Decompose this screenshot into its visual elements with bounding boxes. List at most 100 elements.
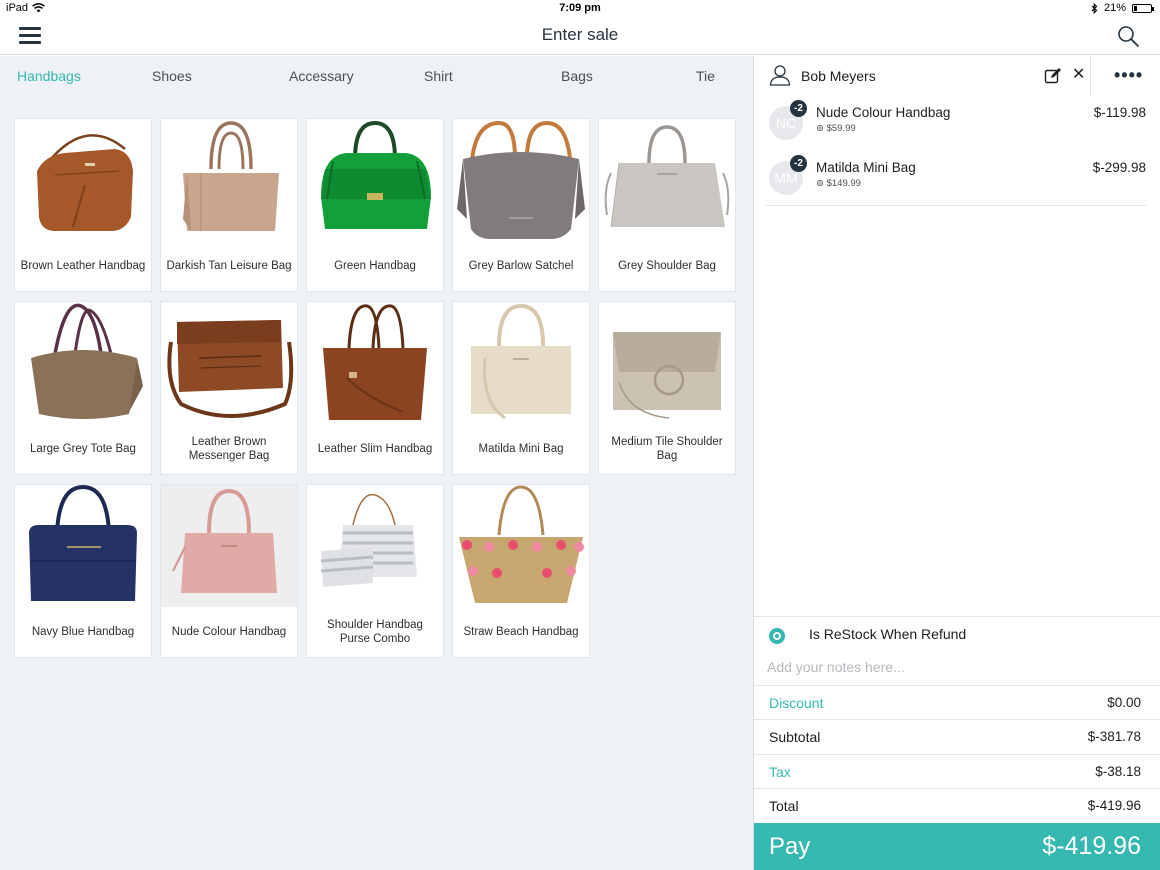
tab-tie[interactable]: Tie [696, 68, 715, 84]
product-name: Navy Blue Handbag [31, 626, 135, 638]
product-card[interactable]: Navy Blue Handbag [14, 484, 152, 658]
tab-handbags[interactable]: Handbags [17, 68, 81, 84]
product-card[interactable]: Medium Tile Shoulder Bag [598, 301, 736, 475]
item-total: $-299.98 [1092, 160, 1146, 175]
product-card[interactable]: Leather Slim Handbag [306, 301, 444, 475]
cart-pane: Bob Meyers ✕ •••• NC -2 Nude Colour Hand… [753, 56, 1160, 870]
item-unit-price: ⊚ $59.99 [816, 123, 856, 134]
product-image [321, 120, 431, 229]
customer-name[interactable]: Bob Meyers [801, 68, 876, 84]
nav-bar: Enter sale [0, 18, 1160, 55]
product-image [457, 120, 585, 239]
item-total: $-119.98 [1093, 105, 1146, 120]
item-unit-price-value: $59.99 [826, 123, 856, 134]
product-name: Grey Shoulder Bag [618, 260, 716, 272]
product-card[interactable]: Green Handbag [306, 118, 444, 292]
tax-row[interactable]: Tax $-38.18 [754, 754, 1160, 788]
battery-percent: 21% [1103, 2, 1126, 14]
product-card[interactable]: Darkish Tan Leisure Bag [160, 118, 298, 292]
item-unit-price: ⊚ $149.99 [816, 178, 861, 189]
tab-accessary[interactable]: Accessary [289, 68, 354, 84]
product-name: Darkish Tan Leisure Bag [166, 260, 292, 272]
quantity-badge: -2 [790, 155, 807, 172]
bluetooth-icon [1091, 2, 1098, 14]
tag-icon: ⊚ [816, 178, 827, 189]
customer-row: Bob Meyers ✕ •••• [754, 56, 1160, 96]
search-icon[interactable] [1116, 24, 1140, 48]
restock-section: Is ReStock When Refund [754, 616, 1160, 686]
product-name: Matilda Mini Bag [478, 443, 564, 455]
tag-icon: ⊚ [816, 123, 827, 134]
total-label: Total [769, 798, 799, 814]
subtotal-row: Subtotal $-381.78 [754, 719, 1160, 753]
subtotal-value: $-381.78 [1087, 729, 1141, 744]
close-icon[interactable]: ✕ [1072, 66, 1085, 84]
product-image [167, 320, 294, 418]
product-card[interactable]: Grey Barlow Satchel [452, 118, 590, 292]
tab-bags[interactable]: Bags [561, 68, 593, 84]
total-value: $-419.96 [1087, 798, 1141, 813]
battery-icon [1132, 3, 1154, 13]
product-image [604, 125, 730, 228]
product-name: Leather Brown Messenger Bag [188, 436, 270, 462]
status-bar: iPad 7:09 pm 21% [0, 0, 1160, 18]
divider [1090, 56, 1091, 96]
product-image [37, 134, 133, 231]
page-title: Enter sale [541, 25, 619, 44]
tab-shirt[interactable]: Shirt [424, 68, 453, 84]
pay-amount: $-419.96 [1042, 832, 1141, 860]
discount-value: $0.00 [1107, 695, 1141, 710]
notes-input[interactable] [767, 655, 1147, 679]
edit-icon[interactable] [1044, 67, 1062, 85]
subtotal-label: Subtotal [769, 729, 821, 745]
status-time: 7:09 pm [559, 2, 601, 14]
person-icon [769, 65, 791, 86]
product-card[interactable]: Shoulder Handbag Purse Combo [306, 484, 444, 658]
product-card[interactable]: Grey Shoulder Bag [598, 118, 736, 292]
item-name: Matilda Mini Bag [816, 160, 916, 175]
product-image [29, 485, 137, 601]
tax-label[interactable]: Tax [769, 764, 791, 780]
cart-line-item[interactable]: NC -2 Nude Colour Handbag ⊚ $59.99 $-119… [766, 96, 1146, 151]
tax-value: $-38.18 [1095, 764, 1141, 779]
total-row: Total $-419.96 [754, 788, 1160, 822]
product-card[interactable]: Brown Leather Handbag [14, 118, 152, 292]
more-icon[interactable]: •••• [1114, 66, 1143, 84]
product-name: Shoulder Handbag Purse Combo [327, 619, 423, 645]
pay-button[interactable]: Pay $-419.96 [754, 823, 1160, 870]
discount-row[interactable]: Discount $0.00 [754, 685, 1160, 719]
product-image [459, 485, 584, 603]
product-name: Brown Leather Handbag [20, 260, 146, 272]
product-name: Leather Slim Handbag [317, 443, 433, 455]
product-image [183, 121, 279, 231]
product-name: Nude Colour Handbag [171, 626, 287, 638]
restock-label: Is ReStock When Refund [809, 626, 967, 642]
product-card[interactable]: Nude Colour Handbag [160, 484, 298, 658]
product-name: Medium Tile Shoulder Bag [611, 436, 723, 462]
tab-shoes[interactable]: Shoes [152, 68, 192, 84]
status-right: 21% [1091, 2, 1154, 14]
item-name: Nude Colour Handbag [816, 105, 951, 120]
product-card[interactable]: Matilda Mini Bag [452, 301, 590, 475]
product-name: Grey Barlow Satchel [468, 260, 574, 272]
product-name: Green Handbag [334, 260, 416, 272]
product-card[interactable]: Large Grey Tote Bag [14, 301, 152, 475]
battery-fill [1134, 5, 1137, 11]
product-image [613, 332, 721, 419]
product-card[interactable]: Straw Beach Handbag [452, 484, 590, 658]
category-tabs: Handbags Shoes Accessary Shirt Bags Tie [0, 56, 753, 96]
product-image [323, 304, 427, 420]
product-name: Straw Beach Handbag [463, 626, 579, 638]
discount-label[interactable]: Discount [769, 695, 823, 711]
product-image [471, 303, 571, 420]
restock-toggle[interactable] [769, 628, 785, 644]
cart-line-item[interactable]: MM -2 Matilda Mini Bag ⊚ $149.99 $-299.9… [766, 151, 1146, 206]
divider [766, 205, 1146, 206]
product-image [161, 485, 297, 607]
pay-label: Pay [769, 833, 811, 860]
item-unit-price-value: $149.99 [826, 178, 861, 189]
product-name: Large Grey Tote Bag [30, 443, 136, 455]
product-image [320, 493, 417, 587]
product-card[interactable]: Leather Brown Messenger Bag [160, 301, 298, 475]
quantity-badge: -2 [790, 100, 807, 117]
